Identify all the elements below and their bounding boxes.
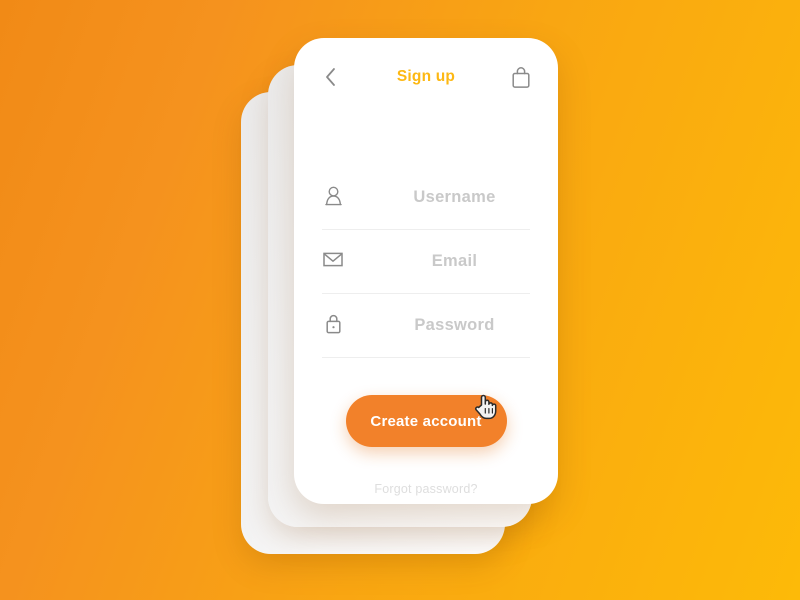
envelope-icon [322,248,344,272]
card-stack: Sign up Username Email Create account Fo… [0,0,800,600]
lock-icon [322,312,344,336]
create-account-button[interactable]: Create account [345,395,507,447]
chevron-left-icon [326,68,335,86]
field-row-password[interactable] [322,294,558,358]
back-button[interactable] [318,63,344,91]
user-icon [322,184,344,208]
email-input[interactable] [344,252,558,271]
field-row-username[interactable] [322,166,558,230]
forgot-row: Forgot password? [294,482,558,496]
app-header: Sign up [294,38,558,116]
username-input[interactable] [344,188,558,207]
signup-card: Sign up Username Email Create account Fo… [294,38,558,504]
shopping-bag-icon [512,66,530,88]
page-title: Sign up [396,68,456,85]
submit-row: Create account [294,395,558,447]
field-row-email[interactable] [322,230,558,294]
signup-form [322,166,558,358]
forgot-password-link[interactable]: Forgot password? [374,482,477,496]
shopping-bag-button[interactable] [508,63,534,91]
password-input[interactable] [344,316,558,335]
